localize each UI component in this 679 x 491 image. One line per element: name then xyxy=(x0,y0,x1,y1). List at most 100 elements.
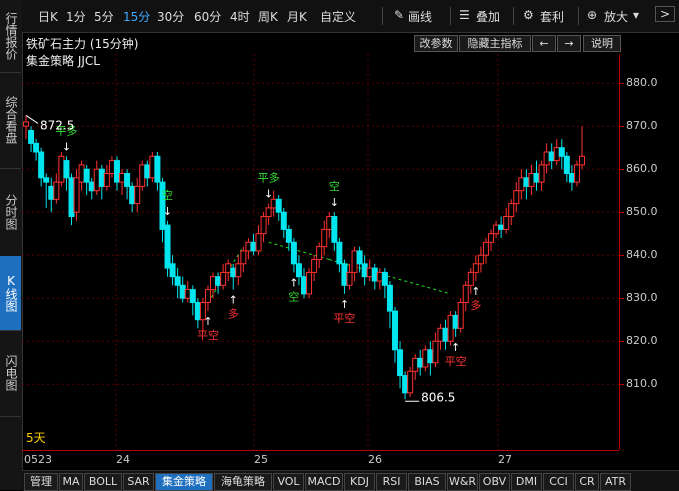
candle-down xyxy=(341,263,348,286)
period-0[interactable]: 日K xyxy=(38,8,58,25)
signal-label: 平多 xyxy=(258,171,280,185)
period-5[interactable]: 60分 xyxy=(194,8,221,25)
indicator-tab-1[interactable]: MA xyxy=(59,473,83,491)
candle-up xyxy=(503,216,510,230)
period-6[interactable]: 4时 xyxy=(230,8,250,25)
sidebar-tab-2[interactable]: 分时图 xyxy=(0,168,21,257)
candle-down xyxy=(63,160,70,179)
candle-down xyxy=(38,151,45,179)
signal-label: 空 xyxy=(162,188,173,202)
period-2[interactable]: 5分 xyxy=(94,8,114,25)
layers-icon[interactable]: ☰ xyxy=(459,8,470,22)
indicator-tab-0[interactable]: 管理 xyxy=(24,473,58,491)
indicator-tab-9[interactable]: RSI xyxy=(376,473,407,491)
sidebar-tab-0[interactable]: 行情报价 xyxy=(0,0,21,73)
help-button[interactable]: 说明 xyxy=(583,35,621,52)
period-4[interactable]: 30分 xyxy=(157,8,184,25)
candle-up xyxy=(488,233,495,243)
next-button[interactable]: > xyxy=(655,6,676,22)
draw-line-button[interactable]: 画线 xyxy=(408,8,432,25)
signal-arrow-up: ↑ xyxy=(203,315,212,328)
candle-down xyxy=(361,263,368,278)
edit-params-button[interactable]: 改参数 xyxy=(414,35,458,52)
indicator-tab-13[interactable]: DMI xyxy=(511,473,542,491)
period-7[interactable]: 周K xyxy=(258,8,278,25)
hide-main-indicator-button[interactable]: 隐藏主指标 xyxy=(459,35,531,52)
candle-up xyxy=(412,357,419,372)
indicator-tab-3[interactable]: SAR xyxy=(123,473,154,491)
candle-down xyxy=(280,211,287,230)
price-tick: 880.0 xyxy=(626,76,658,90)
period-9[interactable]: 自定义 xyxy=(320,8,356,25)
candle-down xyxy=(336,241,343,265)
time-axis: 0523 24 25 26 27 xyxy=(22,450,619,471)
period-1[interactable]: 1分 xyxy=(66,8,86,25)
price-tick-mark xyxy=(620,384,624,386)
indicator-tab-11[interactable]: W&R xyxy=(447,473,478,491)
candle-down xyxy=(563,155,570,175)
price-tick: 840.0 xyxy=(626,248,658,262)
candle-down xyxy=(250,241,257,252)
indicator-tab-12[interactable]: OBV xyxy=(479,473,510,491)
arbitrage-button[interactable]: 套利 xyxy=(540,8,564,25)
period-8[interactable]: 月K xyxy=(287,8,307,25)
indicator-tab-6[interactable]: VOL xyxy=(273,473,304,491)
indicator-tab-2[interactable]: BOLL xyxy=(84,473,122,491)
candle-up xyxy=(579,155,585,166)
arrow-right-button[interactable]: → xyxy=(557,35,581,52)
candle-down xyxy=(194,302,201,321)
gear-icon[interactable]: ⚙ xyxy=(523,8,534,22)
candle-up xyxy=(518,177,525,192)
overlay-button[interactable]: 叠加 xyxy=(476,8,500,25)
candle-up xyxy=(204,289,211,304)
pencil-icon[interactable]: ✎ xyxy=(394,8,404,22)
candle-down xyxy=(113,160,120,183)
high-price-label: 872.5 xyxy=(40,118,74,132)
candle-up xyxy=(472,263,479,273)
candle-up xyxy=(513,190,520,205)
signal-label: 多 xyxy=(470,298,481,312)
indicator-tab-5[interactable]: 海龟策略 xyxy=(214,473,272,491)
candle-down xyxy=(275,198,282,213)
candlestick-chart[interactable]: 平多↓空↓↑平空↑多平多↓↑空空↓↑平空↑平空↑多872.5806.55天 xyxy=(22,54,619,450)
indicator-tab-10[interactable]: BIAS xyxy=(408,473,446,491)
indicator-tab-14[interactable]: CCI xyxy=(543,473,574,491)
candle-down xyxy=(154,155,161,183)
candle-up xyxy=(366,267,373,278)
dropdown-icon[interactable]: ▾ xyxy=(633,8,639,22)
indicator-tab-8[interactable]: KDJ xyxy=(344,473,375,491)
indicator-tab-4[interactable]: 集金策略 xyxy=(155,473,213,491)
candle-down xyxy=(83,168,90,183)
sidebar-tab-4[interactable]: 闪电图 xyxy=(0,330,21,417)
zoom-button[interactable]: 放大 xyxy=(604,8,628,25)
candle-up xyxy=(58,155,65,183)
price-tick-mark xyxy=(620,212,624,214)
zoom-in-icon[interactable]: ⊕ xyxy=(587,8,597,22)
signal-label: 空 xyxy=(329,179,340,193)
indicator-tab-7[interactable]: MACD xyxy=(305,473,343,491)
candle-up xyxy=(73,177,80,213)
price-tick: 850.0 xyxy=(626,205,658,219)
candle-up xyxy=(306,271,313,295)
candle-down xyxy=(381,271,388,286)
candle-down xyxy=(295,263,302,278)
arrow-left-button[interactable]: ← xyxy=(532,35,556,52)
sidebar-tab-1[interactable]: 综合看盘 xyxy=(0,72,21,169)
signal-label: 平空 xyxy=(197,328,219,342)
candle-down xyxy=(417,357,424,368)
period-3[interactable]: 15分 xyxy=(123,8,150,25)
indicator-tab-15[interactable]: CR xyxy=(575,473,599,491)
indicator-tab-16[interactable]: ATR xyxy=(600,473,631,491)
candle-up xyxy=(311,259,318,273)
signal-arrow-down: ↓ xyxy=(62,140,71,153)
candle-down xyxy=(558,147,565,157)
price-tick-mark xyxy=(620,298,624,300)
candle-up xyxy=(149,155,156,179)
candle-down xyxy=(98,168,105,187)
candle-down xyxy=(48,185,55,200)
price-tick-mark xyxy=(620,126,624,128)
candle-down xyxy=(88,181,95,192)
candle-down xyxy=(523,177,530,187)
sidebar-tab-3[interactable]: K线图 xyxy=(0,256,21,331)
candle-up xyxy=(376,271,383,282)
